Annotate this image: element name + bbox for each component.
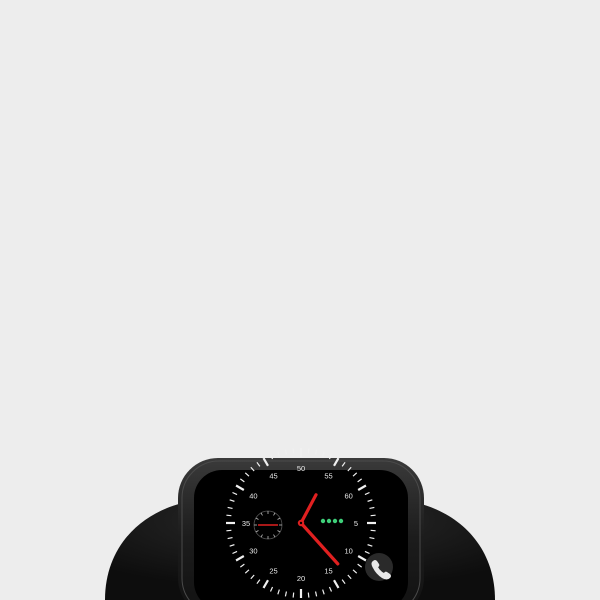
tick-mark <box>370 514 376 517</box>
product-photo: 50 55 60 5 10 15 20 25 30 35 40 45 <box>0 0 600 600</box>
dial-number: 50 <box>297 464 305 473</box>
tick-mark <box>307 448 310 454</box>
tick-mark <box>370 529 376 532</box>
dial-number: 45 <box>269 471 277 480</box>
dial-number: 15 <box>324 567 332 576</box>
dial-number: 10 <box>344 547 352 556</box>
dial-number: 25 <box>269 567 277 576</box>
activity-dot <box>338 518 344 524</box>
tick-mark <box>226 529 232 532</box>
dial-number: 20 <box>297 574 305 583</box>
activity-dot <box>320 518 326 524</box>
phone-complication <box>365 553 393 581</box>
activity-dot <box>326 518 332 524</box>
center-pin <box>299 521 303 525</box>
tick-mark <box>292 448 295 454</box>
dial-number: 30 <box>249 547 257 556</box>
dial-number: 55 <box>324 471 332 480</box>
dial-number: 40 <box>249 492 257 501</box>
activity-dot <box>332 518 338 524</box>
dial-number: 35 <box>242 519 250 528</box>
dial-number: 5 <box>354 519 358 528</box>
tick-mark <box>226 514 232 517</box>
dial-number: 60 <box>344 492 352 501</box>
tick-mark <box>307 592 310 598</box>
tick-mark <box>292 592 295 598</box>
